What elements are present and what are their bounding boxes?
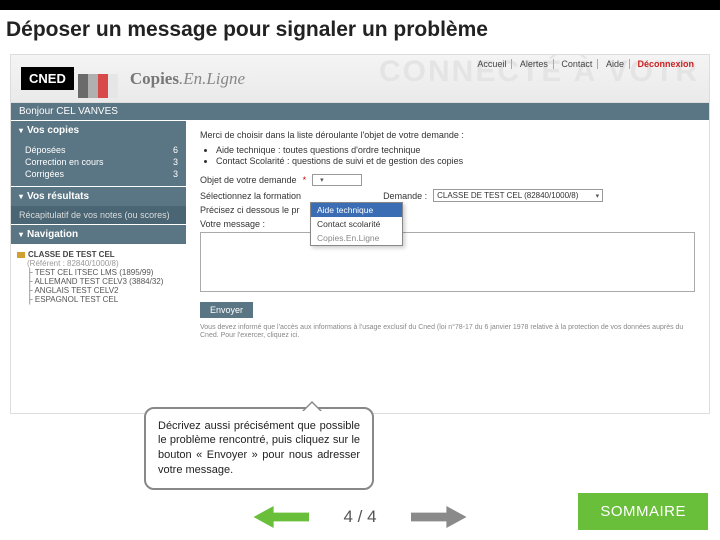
greeting: Bonjour CEL VANVES xyxy=(11,103,709,120)
tree-root[interactable]: CLASSE DE TEST CEL xyxy=(17,250,180,259)
dropdown-option[interactable]: Copies.En.Ligne xyxy=(311,231,402,245)
cned-logo: CNED xyxy=(21,67,74,90)
app-frame: CNED Copies.En.Ligne CONNECTÉ À VOTR Acc… xyxy=(10,54,710,414)
intro-text: Merci de choisir dans la liste déroulant… xyxy=(200,130,695,168)
main-panel: Merci de choisir dans la liste déroulant… xyxy=(186,120,709,408)
tree-leaf[interactable]: ├ ALLEMAND TEST CELV3 (3884/32) xyxy=(17,277,180,286)
precisez-label: Précisez ci dessous le pr xyxy=(200,205,300,215)
tree-leaf[interactable]: ├ ANGLAIS TEST CELV2 xyxy=(17,286,180,295)
message-textarea[interactable] xyxy=(200,232,695,292)
list-item[interactable]: Correction en cours3 xyxy=(25,156,178,168)
callout: Décrivez aussi précisément que possible … xyxy=(144,407,374,490)
demande-select[interactable]: CLASSE DE TEST CEL (82840/1000/8) xyxy=(433,189,603,202)
nav-contact[interactable]: Contact xyxy=(556,59,598,69)
topbar: CNED Copies.En.Ligne CONNECTÉ À VOTR Acc… xyxy=(11,55,709,103)
logo: CNED xyxy=(21,67,118,90)
demande-label: Demande : xyxy=(383,191,427,201)
page-number: 4 / 4 xyxy=(343,507,376,527)
objet-select[interactable] xyxy=(312,174,362,186)
tree-leaf[interactable]: ├ TEST CEL ITSEC LMS (1895/99) xyxy=(17,268,180,277)
dropdown-option[interactable]: Contact scolarité xyxy=(311,217,402,231)
disclaimer: Vous devez informé que l'accès aux infor… xyxy=(200,324,695,341)
copies-list: Déposées6 Correction en cours3 Corrigées… xyxy=(11,140,186,186)
acc-navigation[interactable]: Navigation xyxy=(11,224,186,244)
acc-resultats[interactable]: Vos résultats xyxy=(11,186,186,206)
nav-accueil[interactable]: Accueil xyxy=(472,59,512,69)
tree-ref: (Référent : 82840/1000/8) xyxy=(17,259,180,268)
nav-deconnexion[interactable]: Déconnexion xyxy=(632,59,699,69)
send-button[interactable]: Envoyer xyxy=(200,302,253,318)
folder-icon xyxy=(17,252,25,258)
objet-label: Objet de votre demande xyxy=(200,175,297,185)
topnav: Accueil Alertes Contact Aide Déconnexion xyxy=(472,59,699,69)
page-title: Déposer un message pour signaler un prob… xyxy=(0,10,720,54)
prev-arrow[interactable] xyxy=(253,506,309,528)
tree-leaf[interactable]: ├ ESPAGNOL TEST CEL xyxy=(17,295,180,304)
nav-tree: CLASSE DE TEST CEL (Référent : 82840/100… xyxy=(11,244,186,310)
nav-aide[interactable]: Aide xyxy=(601,59,630,69)
next-arrow[interactable] xyxy=(411,506,467,528)
list-item[interactable]: Corrigées3 xyxy=(25,168,178,180)
brand-text: Copies.En.Ligne xyxy=(130,69,245,89)
formation-label: Sélectionnez la formation xyxy=(200,191,301,201)
sommaire-button[interactable]: SOMMAIRE xyxy=(578,493,708,530)
color-bar xyxy=(78,74,118,84)
sidebar: Vos copies Déposées6 Correction en cours… xyxy=(11,120,186,408)
dropdown-option[interactable]: Aide technique xyxy=(311,203,402,217)
objet-dropdown[interactable]: Aide technique Contact scolarité Copies.… xyxy=(310,202,403,246)
acc-copies[interactable]: Vos copies xyxy=(11,120,186,140)
msg-label: Votre message : xyxy=(200,219,695,229)
nav-alertes[interactable]: Alertes xyxy=(515,59,554,69)
resultats-sub[interactable]: Récapitulatif de vos notes (ou scores) xyxy=(11,206,186,224)
list-item[interactable]: Déposées6 xyxy=(25,144,178,156)
